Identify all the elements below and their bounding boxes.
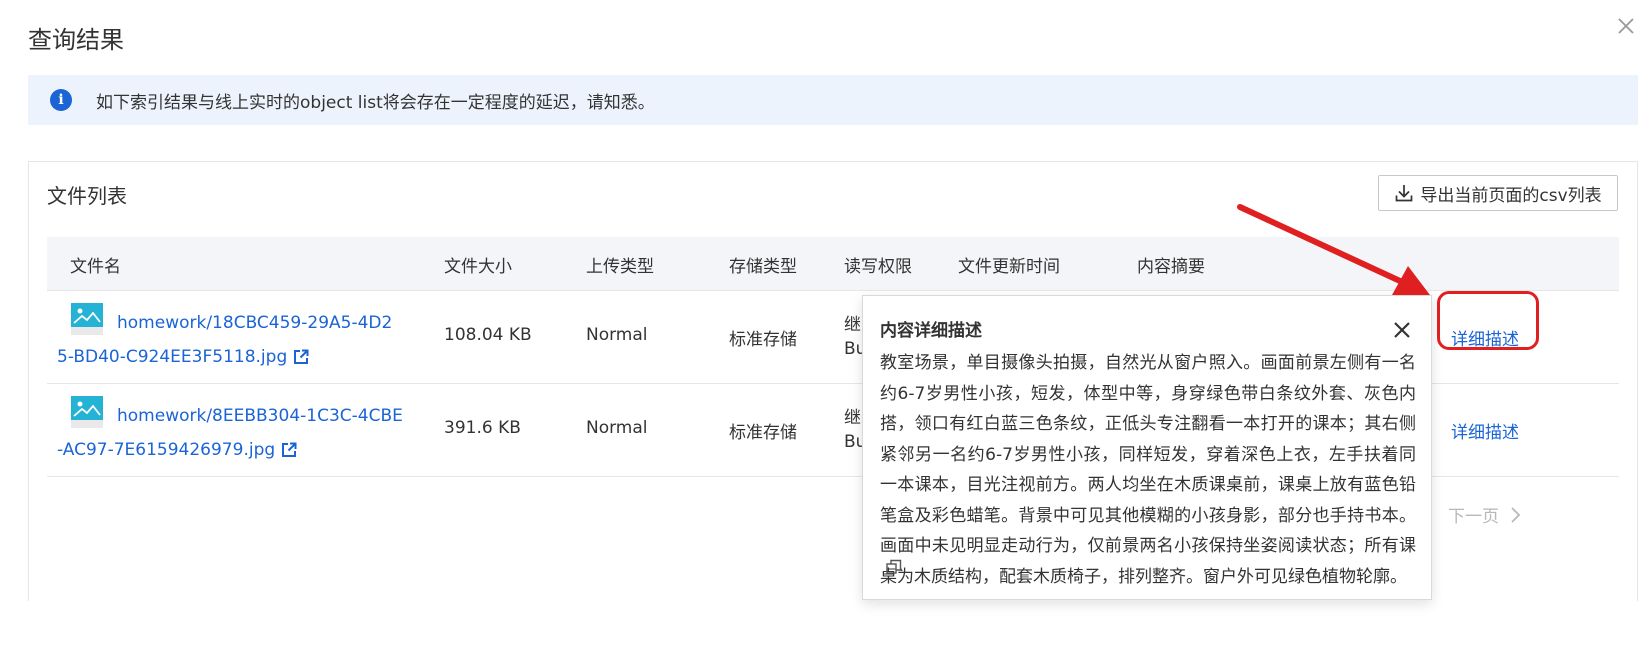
notice-text: 如下索引结果与线上实时的object list将会存在一定程度的延迟，请知悉。 — [96, 92, 655, 113]
external-link-icon[interactable] — [293, 349, 309, 365]
content-detail-popover: 内容详细描述 教室场景，单目摄像头拍摄，自然光从窗户照入。画面前景左侧有一名约6… — [862, 295, 1432, 600]
column-header-acl: 读写权限 — [844, 257, 912, 277]
file-name-link[interactable]: homework/18CBC459-29A5-4D2 5-BD40-C924EE… — [57, 306, 407, 374]
storage-type: 标准存储 — [729, 423, 797, 443]
chevron-right-icon — [1511, 506, 1521, 523]
dialog-title: 查询结果 — [28, 26, 124, 54]
column-header-size: 文件大小 — [444, 257, 512, 277]
download-icon — [1396, 185, 1413, 202]
export-csv-label: 导出当前页面的csv列表 — [1420, 185, 1602, 206]
export-csv-button[interactable]: 导出当前页面的csv列表 — [1378, 175, 1618, 211]
external-link-icon[interactable] — [281, 442, 297, 458]
acl-line1: 继 — [844, 408, 861, 428]
next-page-label: 下一页 — [1448, 507, 1499, 527]
next-page-button[interactable]: 下一页 — [1448, 502, 1521, 527]
column-header-summary: 内容摘要 — [1137, 257, 1205, 277]
copy-icon[interactable] — [885, 558, 903, 576]
file-list-title: 文件列表 — [47, 184, 127, 208]
acl-line1: 继 — [844, 315, 861, 335]
storage-type: 标准存储 — [729, 330, 797, 350]
table-header: 文件名 文件大小 上传类型 存储类型 读写权限 文件更新时间 内容摘要 — [47, 237, 1619, 291]
file-size: 108.04 KB — [444, 325, 532, 345]
close-icon[interactable] — [1614, 14, 1638, 38]
file-name-line2: -AC97-7E6159426979.jpg — [57, 440, 276, 460]
column-header-updated: 文件更新时间 — [958, 257, 1060, 277]
file-name-line2: 5-BD40-C924EE3F5118.jpg — [57, 347, 288, 367]
file-name-link[interactable]: homework/8EEBB304-1C3C-4CBE -AC97-7E6159… — [57, 399, 407, 467]
info-icon: i — [50, 89, 72, 111]
popover-title: 内容详细描述 — [880, 321, 982, 341]
popover-body-text: 教室场景，单目摄像头拍摄，自然光从窗户照入。画面前景左侧有一名约6-7岁男性小孩… — [880, 353, 1416, 587]
detail-description-link[interactable]: 详细描述 — [1451, 418, 1519, 443]
column-header-filename: 文件名 — [70, 257, 121, 277]
detail-description-link[interactable]: 详细描述 — [1451, 325, 1519, 350]
upload-type: Normal — [586, 325, 648, 345]
file-name-line1: homework/18CBC459-29A5-4D2 — [117, 313, 393, 333]
upload-type: Normal — [586, 418, 648, 438]
file-name-line1: homework/8EEBB304-1C3C-4CBE — [117, 406, 403, 426]
close-icon[interactable] — [1392, 320, 1412, 340]
column-header-storage-type: 存储类型 — [729, 257, 797, 277]
column-header-upload-type: 上传类型 — [586, 257, 654, 277]
file-size: 391.6 KB — [444, 418, 521, 438]
notice-bar: i 如下索引结果与线上实时的object list将会存在一定程度的延迟，请知悉… — [28, 75, 1638, 125]
